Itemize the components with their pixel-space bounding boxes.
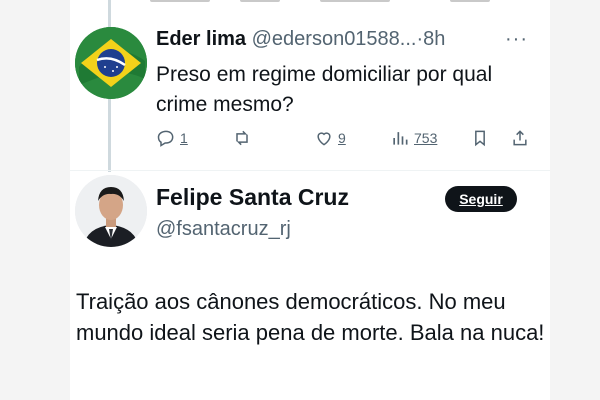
like-count: 9 bbox=[338, 130, 346, 146]
page-background-right bbox=[550, 0, 600, 400]
bookmark-icon bbox=[475, 130, 485, 147]
share-action[interactable] bbox=[510, 128, 530, 148]
reply-action[interactable]: 1 bbox=[156, 128, 188, 148]
analytics-icon bbox=[393, 132, 408, 145]
views-action[interactable]: 753 bbox=[390, 128, 437, 148]
brazil-flag-avatar-icon[interactable] bbox=[75, 27, 147, 99]
view-count: 753 bbox=[414, 130, 438, 146]
post-divider bbox=[70, 170, 550, 171]
bookmark-action[interactable] bbox=[470, 128, 490, 148]
reply-action-bar: 1 9 753 bbox=[156, 128, 536, 154]
main-author-name[interactable]: Felipe Santa Cruz bbox=[156, 184, 349, 211]
heart-icon bbox=[317, 132, 331, 146]
share-icon bbox=[513, 130, 527, 146]
profile-photo-avatar-icon[interactable] bbox=[75, 175, 147, 247]
reply-author-handle[interactable]: @ederson01588... bbox=[252, 28, 417, 50]
page-background-left bbox=[0, 0, 70, 400]
comment-icon bbox=[157, 130, 174, 147]
main-post-text: Traição aos cânones democráticos. No meu… bbox=[76, 289, 545, 345]
repost-icon bbox=[236, 130, 248, 146]
cropped-previous-actions bbox=[150, 0, 510, 2]
reply-header: Eder lima @ederson01588...·8h bbox=[156, 28, 445, 51]
reply-text: Preso em regime domiciliar por qual crim… bbox=[156, 63, 493, 116]
reply-count: 1 bbox=[180, 130, 188, 146]
reply-author-name[interactable]: Eder lima bbox=[156, 28, 246, 50]
more-options-icon[interactable]: ··· bbox=[505, 28, 528, 51]
main-author-handle[interactable]: @fsantacruz_rj bbox=[156, 218, 291, 241]
like-action[interactable]: 9 bbox=[314, 128, 346, 148]
reply-timestamp[interactable]: 8h bbox=[423, 28, 445, 50]
repost-action[interactable] bbox=[232, 128, 256, 148]
follow-button[interactable]: Seguir bbox=[445, 186, 517, 212]
